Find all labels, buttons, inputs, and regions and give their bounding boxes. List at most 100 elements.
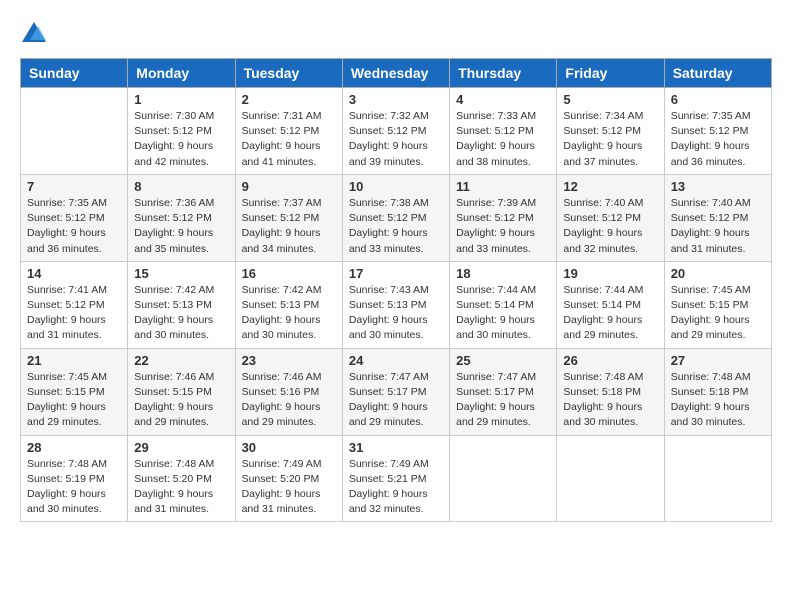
calendar-cell [21, 88, 128, 175]
day-number: 15 [134, 266, 228, 281]
day-number: 31 [349, 440, 443, 455]
day-info: Sunrise: 7:47 AMSunset: 5:17 PMDaylight:… [349, 370, 443, 431]
day-number: 7 [27, 179, 121, 194]
day-info: Sunrise: 7:45 AMSunset: 5:15 PMDaylight:… [27, 370, 121, 431]
day-info: Sunrise: 7:40 AMSunset: 5:12 PMDaylight:… [563, 196, 657, 257]
day-info: Sunrise: 7:48 AMSunset: 5:18 PMDaylight:… [563, 370, 657, 431]
calendar-week-row: 14 Sunrise: 7:41 AMSunset: 5:12 PMDayligh… [21, 261, 772, 348]
day-info: Sunrise: 7:44 AMSunset: 5:14 PMDaylight:… [456, 283, 550, 344]
calendar-cell: 9Sunrise: 7:37 AMSunset: 5:12 PMDaylight… [235, 174, 342, 261]
calendar-cell: 12 Sunrise: 7:40 AMSunset: 5:12 PMDayligh… [557, 174, 664, 261]
calendar-cell: 13 Sunrise: 7:40 AMSunset: 5:12 PMDayligh… [664, 174, 771, 261]
calendar-cell: 7 Sunrise: 7:35 AMSunset: 5:12 PMDaylight… [21, 174, 128, 261]
day-number: 24 [349, 353, 443, 368]
calendar-cell: 18 Sunrise: 7:44 AMSunset: 5:14 PMDayligh… [450, 261, 557, 348]
calendar-cell: 21 Sunrise: 7:45 AMSunset: 5:15 PMDayligh… [21, 348, 128, 435]
calendar-week-row: 7 Sunrise: 7:35 AMSunset: 5:12 PMDaylight… [21, 174, 772, 261]
day-info: Sunrise: 7:35 AMSunset: 5:12 PMDaylight:… [27, 196, 121, 257]
day-info: Sunrise: 7:36 AMSunset: 5:12 PMDaylight:… [134, 196, 228, 257]
day-info: Sunrise: 7:40 AMSunset: 5:12 PMDaylight:… [671, 196, 765, 257]
day-info: Sunrise: 7:46 AMSunset: 5:16 PMDaylight:… [242, 370, 336, 431]
calendar-cell: 11 Sunrise: 7:39 AMSunset: 5:12 PMDayligh… [450, 174, 557, 261]
day-info: Sunrise: 7:45 AMSunset: 5:15 PMDaylight:… [671, 283, 765, 344]
day-number: 16 [242, 266, 336, 281]
day-number: 3 [349, 92, 443, 107]
day-number: 29 [134, 440, 228, 455]
calendar-cell: 14 Sunrise: 7:41 AMSunset: 5:12 PMDayligh… [21, 261, 128, 348]
calendar-cell: 30Sunrise: 7:49 AMSunset: 5:20 PMDayligh… [235, 435, 342, 522]
day-number: 14 [27, 266, 121, 281]
logo-icon [20, 20, 48, 48]
day-of-week-header: Monday [128, 59, 235, 88]
calendar-cell: 26 Sunrise: 7:48 AMSunset: 5:18 PMDayligh… [557, 348, 664, 435]
calendar-cell: 8 Sunrise: 7:36 AMSunset: 5:12 PMDaylight… [128, 174, 235, 261]
day-info: Sunrise: 7:43 AMSunset: 5:13 PMDaylight:… [349, 283, 443, 344]
day-info: Sunrise: 7:46 AMSunset: 5:15 PMDaylight:… [134, 370, 228, 431]
day-info: Sunrise: 7:41 AMSunset: 5:12 PMDaylight:… [27, 283, 121, 344]
calendar-cell [557, 435, 664, 522]
calendar-cell: 22 Sunrise: 7:46 AMSunset: 5:15 PMDayligh… [128, 348, 235, 435]
day-number: 8 [134, 179, 228, 194]
day-number: 21 [27, 353, 121, 368]
day-number: 18 [456, 266, 550, 281]
calendar-cell: 23Sunrise: 7:46 AMSunset: 5:16 PMDayligh… [235, 348, 342, 435]
day-number: 26 [563, 353, 657, 368]
day-info: Sunrise: 7:42 AMSunset: 5:13 PMDaylight:… [134, 283, 228, 344]
day-number: 17 [349, 266, 443, 281]
calendar-week-row: 21 Sunrise: 7:45 AMSunset: 5:15 PMDayligh… [21, 348, 772, 435]
page-header [20, 20, 772, 48]
day-number: 4 [456, 92, 550, 107]
calendar-cell: 6 Sunrise: 7:35 AMSunset: 5:12 PMDaylight… [664, 88, 771, 175]
day-info: Sunrise: 7:31 AMSunset: 5:12 PMDaylight:… [242, 109, 336, 170]
day-of-week-header: Saturday [664, 59, 771, 88]
day-of-week-header: Tuesday [235, 59, 342, 88]
day-info: Sunrise: 7:47 AMSunset: 5:17 PMDaylight:… [456, 370, 550, 431]
day-info: Sunrise: 7:48 AMSunset: 5:19 PMDaylight:… [27, 457, 121, 518]
day-info: Sunrise: 7:38 AMSunset: 5:12 PMDaylight:… [349, 196, 443, 257]
day-of-week-header: Thursday [450, 59, 557, 88]
day-info: Sunrise: 7:35 AMSunset: 5:12 PMDaylight:… [671, 109, 765, 170]
calendar-cell: 16 Sunrise: 7:42 AMSunset: 5:13 PMDayligh… [235, 261, 342, 348]
day-number: 6 [671, 92, 765, 107]
calendar-cell: 3 Sunrise: 7:32 AMSunset: 5:12 PMDaylight… [342, 88, 449, 175]
day-info: Sunrise: 7:44 AMSunset: 5:14 PMDaylight:… [563, 283, 657, 344]
calendar-cell: 5 Sunrise: 7:34 AMSunset: 5:12 PMDaylight… [557, 88, 664, 175]
day-number: 5 [563, 92, 657, 107]
day-number: 19 [563, 266, 657, 281]
day-number: 27 [671, 353, 765, 368]
day-number: 11 [456, 179, 550, 194]
calendar-cell: 17 Sunrise: 7:43 AMSunset: 5:13 PMDayligh… [342, 261, 449, 348]
day-of-week-header: Wednesday [342, 59, 449, 88]
calendar-cell: 31Sunrise: 7:49 AMSunset: 5:21 PMDayligh… [342, 435, 449, 522]
day-info: Sunrise: 7:30 AMSunset: 5:12 PMDaylight:… [134, 109, 228, 170]
day-info: Sunrise: 7:34 AMSunset: 5:12 PMDaylight:… [563, 109, 657, 170]
day-number: 22 [134, 353, 228, 368]
calendar-cell: 1Sunrise: 7:30 AMSunset: 5:12 PMDaylight… [128, 88, 235, 175]
calendar-cell [664, 435, 771, 522]
day-info: Sunrise: 7:39 AMSunset: 5:12 PMDaylight:… [456, 196, 550, 257]
day-number: 25 [456, 353, 550, 368]
day-info: Sunrise: 7:32 AMSunset: 5:12 PMDaylight:… [349, 109, 443, 170]
calendar-cell [450, 435, 557, 522]
calendar-cell: 29 Sunrise: 7:48 AMSunset: 5:20 PMDayligh… [128, 435, 235, 522]
calendar-cell: 2Sunrise: 7:31 AMSunset: 5:12 PMDaylight… [235, 88, 342, 175]
day-number: 12 [563, 179, 657, 194]
calendar-cell: 20 Sunrise: 7:45 AMSunset: 5:15 PMDayligh… [664, 261, 771, 348]
calendar-cell: 15 Sunrise: 7:42 AMSunset: 5:13 PMDayligh… [128, 261, 235, 348]
day-number: 9 [242, 179, 336, 194]
logo [20, 20, 52, 48]
day-info: Sunrise: 7:48 AMSunset: 5:20 PMDaylight:… [134, 457, 228, 518]
calendar-cell: 24 Sunrise: 7:47 AMSunset: 5:17 PMDayligh… [342, 348, 449, 435]
calendar-cell: 27Sunrise: 7:48 AMSunset: 5:18 PMDayligh… [664, 348, 771, 435]
day-of-week-header: Sunday [21, 59, 128, 88]
calendar-table: SundayMondayTuesdayWednesdayThursdayFrid… [20, 58, 772, 522]
calendar-cell: 10 Sunrise: 7:38 AMSunset: 5:12 PMDayligh… [342, 174, 449, 261]
day-number: 28 [27, 440, 121, 455]
day-number: 10 [349, 179, 443, 194]
calendar-week-row: 28 Sunrise: 7:48 AMSunset: 5:19 PMDayligh… [21, 435, 772, 522]
day-number: 30 [242, 440, 336, 455]
day-number: 20 [671, 266, 765, 281]
day-number: 13 [671, 179, 765, 194]
day-info: Sunrise: 7:42 AMSunset: 5:13 PMDaylight:… [242, 283, 336, 344]
calendar-header-row: SundayMondayTuesdayWednesdayThursdayFrid… [21, 59, 772, 88]
